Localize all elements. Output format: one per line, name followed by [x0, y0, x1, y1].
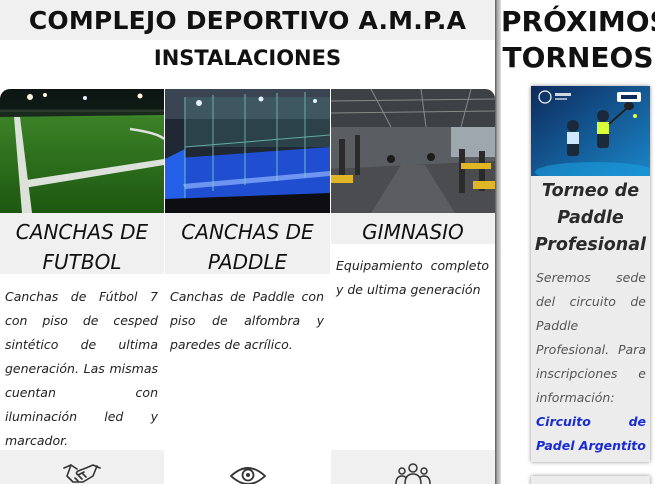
futbol-icon-cell	[0, 450, 164, 484]
facility-card-futbol: CANCHAS DE FUTBOL Canchas de Fútbol 7 co…	[0, 89, 164, 453]
gimnasio-title: GIMNASIO	[331, 213, 495, 244]
tournament-description: Seremos sede del circuito de Paddle Prof…	[531, 259, 650, 458]
gimnasio-description: Equipamiento completo y de ultima genera…	[336, 258, 489, 297]
facility-card-gimnasio: GIMNASIO Equipamiento completo y de ulti…	[331, 89, 495, 302]
main-content: COMPLEJO DEPORTIVO A.M.P.A INSTALACIONES	[0, 0, 495, 484]
paddle-description: Canchas de Paddle con piso de alfombra y…	[170, 289, 324, 352]
handshake-icon	[63, 464, 101, 483]
tournaments-sidebar: PRÓXIMOS TORNEOS Torneo de Paddle Profes…	[501, 0, 655, 484]
tournament-description-text: Seremos sede del circuito de Paddle Prof…	[536, 270, 646, 405]
sidebar-title: PRÓXIMOS TORNEOS	[501, 5, 655, 74]
paddle-icon-cell	[165, 450, 330, 484]
futbol-title: CANCHAS DE FUTBOL	[0, 213, 164, 274]
tournament-card-next[interactable]	[531, 476, 650, 484]
paddle-title: CANCHAS DE PADDLE	[165, 213, 330, 274]
header-bar: COMPLEJO DEPORTIVO A.M.P.A	[0, 0, 495, 40]
paddle-court-photo	[165, 89, 330, 213]
futbol-field-photo	[0, 89, 164, 213]
eye-icon	[229, 467, 266, 484]
gym-photo	[331, 89, 495, 213]
tournament-link[interactable]: Circuito de Padel Argentito	[536, 414, 646, 453]
tournament-poster	[531, 86, 650, 176]
tournament-title: Torneo de Paddle Profesional	[534, 181, 647, 255]
facility-card-paddle: CANCHAS DE PADDLE Canchas de Paddle con …	[165, 89, 330, 357]
futbol-description: Canchas de Fútbol 7 con piso de cesped s…	[5, 289, 158, 448]
users-icon	[395, 463, 431, 484]
site-title: COMPLEJO DEPORTIVO A.M.P.A	[28, 5, 467, 35]
gimnasio-icon-cell	[331, 450, 495, 484]
section-title: INSTALACIONES	[153, 46, 342, 70]
tournament-card[interactable]: Torneo de Paddle Profesional Seremos sed…	[531, 86, 650, 462]
